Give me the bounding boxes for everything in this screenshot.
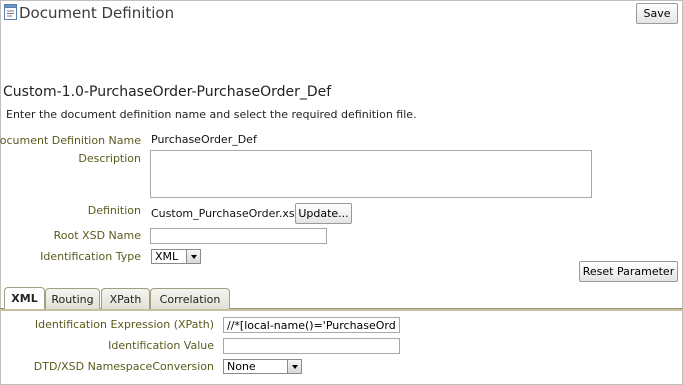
instruction-text: Enter the document definition name and s… xyxy=(6,108,417,121)
save-button[interactable]: Save xyxy=(636,3,678,24)
update-button[interactable]: Update... xyxy=(295,203,352,224)
root-xsd-name-input[interactable] xyxy=(150,228,327,244)
identification-value-input[interactable] xyxy=(223,338,400,354)
identification-value-label: Identification Value xyxy=(108,339,214,352)
page-title: Document Definition xyxy=(19,4,175,22)
description-label: Description xyxy=(78,152,141,165)
identification-expression-input[interactable] xyxy=(223,317,400,333)
definition-heading: Custom-1.0-PurchaseOrder-PurchaseOrder_D… xyxy=(3,84,332,100)
tab-xml[interactable]: XML xyxy=(4,287,45,309)
namespace-conversion-label: DTD/XSD NamespaceConversion xyxy=(33,360,214,373)
tab-routing[interactable]: Routing xyxy=(45,288,100,309)
dropdown-arrow-icon[interactable] xyxy=(287,360,301,373)
identification-type-label: Identification Type xyxy=(40,250,141,263)
tab-correlation[interactable]: Correlation xyxy=(150,288,230,309)
document-definition-name-value: PurchaseOrder_Def xyxy=(151,133,257,146)
tab-xpath[interactable]: XPath xyxy=(101,288,150,309)
document-definition-name-label: Document Definition Name xyxy=(0,134,141,147)
identification-type-select[interactable]: XML xyxy=(151,249,201,264)
document-icon xyxy=(4,4,17,20)
description-field[interactable] xyxy=(150,150,592,198)
namespace-conversion-select[interactable]: None xyxy=(223,359,302,374)
definition-label: Definition xyxy=(87,204,141,217)
root-xsd-name-label: Root XSD Name xyxy=(53,229,141,242)
reset-parameter-button[interactable]: Reset Parameter xyxy=(579,261,678,282)
dropdown-arrow-icon[interactable] xyxy=(186,250,200,263)
identification-type-value: XML xyxy=(155,250,179,263)
namespace-conversion-value: None xyxy=(227,360,256,373)
identification-expression-label: Identification Expression (XPath) xyxy=(34,318,214,331)
definition-file-value: Custom_PurchaseOrder.xsd xyxy=(151,207,302,220)
